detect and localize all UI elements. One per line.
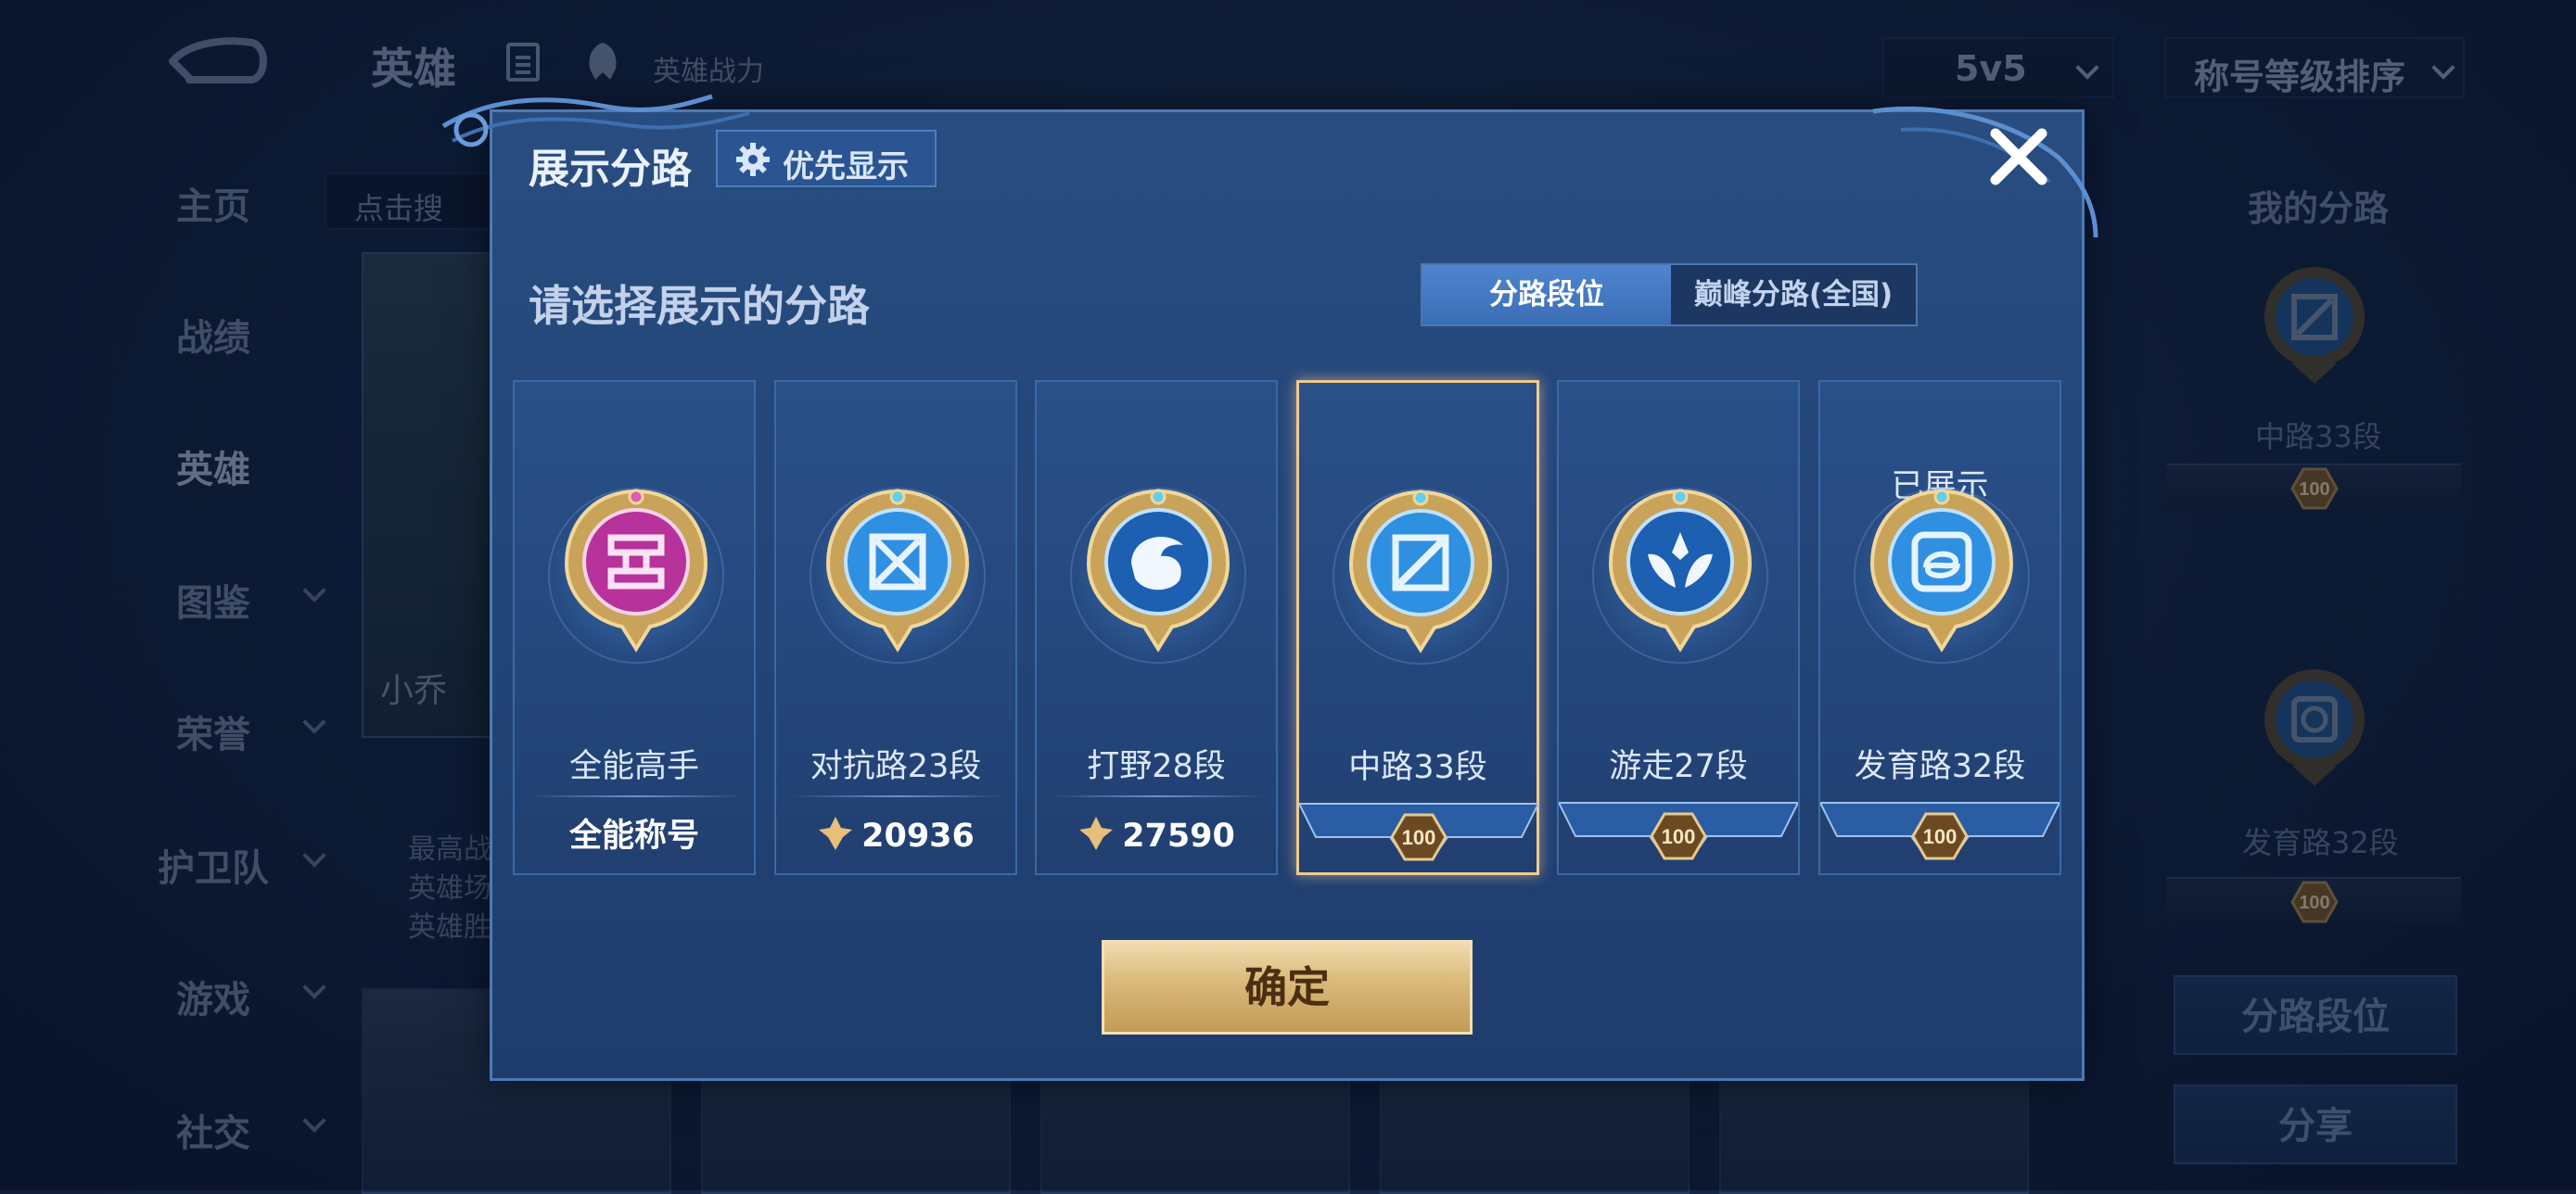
- priority-display-button[interactable]: 优先显示: [716, 130, 937, 187]
- lane-name: 对抗路23段: [810, 748, 982, 785]
- lane-points: 20936: [861, 818, 975, 855]
- lane-footer: 27590: [1037, 799, 1276, 873]
- lane-name: 游走27段: [1609, 748, 1748, 785]
- clash-lane-badge-icon: [825, 489, 970, 653]
- rank-value: 100: [1402, 826, 1436, 849]
- dialog-title: 展示分路: [529, 146, 692, 193]
- rank-value: 100: [1923, 825, 1958, 848]
- tab-lane-rank[interactable]: 分路段位: [1422, 265, 1671, 324]
- dialog-subtitle: 请选择展示的分路: [529, 281, 870, 331]
- lane-card-jungle[interactable]: 打野28段 27590: [1035, 380, 1278, 875]
- gear-icon: [736, 143, 770, 176]
- points-icon: [819, 817, 853, 850]
- rank-ribbon: 100: [1820, 802, 2060, 860]
- jungle-badge-icon: [1086, 489, 1231, 653]
- lane-card-clash[interactable]: 对抗路23段 20936: [774, 380, 1017, 875]
- lane-footer: 20936: [776, 799, 1015, 873]
- lane-name: 发育路32段: [1854, 748, 2026, 785]
- points-icon: [1079, 817, 1114, 850]
- lane-points: 27590: [1122, 818, 1235, 855]
- divider: [1052, 795, 1265, 797]
- confirm-button[interactable]: 确定: [1102, 940, 1473, 1035]
- all-round-badge-icon: [564, 489, 708, 653]
- tab-peak-lane[interactable]: 巅峰分路(全国): [1671, 265, 1916, 324]
- rank-ribbon: 100: [1299, 803, 1538, 861]
- rank-ribbon: 100: [1559, 802, 1798, 860]
- lane-card-roam[interactable]: 游走27段 100: [1557, 380, 1800, 875]
- divider: [529, 795, 743, 797]
- rank-value: 100: [1662, 825, 1696, 848]
- divider: [791, 795, 1004, 797]
- roam-badge-icon: [1608, 489, 1753, 653]
- farm-lane-badge-icon: [1869, 489, 2014, 653]
- lane-name: 中路33段: [1348, 749, 1487, 786]
- lane-footer: 全能称号: [568, 818, 699, 855]
- close-icon[interactable]: [1984, 122, 2053, 191]
- lane-card-mid[interactable]: 中路33段 100: [1296, 380, 1539, 875]
- lane-name: 打野28段: [1087, 748, 1226, 785]
- priority-display-label: 优先显示: [783, 148, 909, 185]
- mid-lane-badge-icon: [1348, 489, 1493, 654]
- lane-card-all-round[interactable]: 全能高手 全能称号: [513, 380, 756, 875]
- lane-type-tabs: 分路段位 巅峰分路(全国): [1421, 263, 1918, 326]
- lane-card-farm[interactable]: 已展示 发育路32段 100: [1818, 380, 2061, 875]
- lane-name: 全能高手: [568, 748, 699, 785]
